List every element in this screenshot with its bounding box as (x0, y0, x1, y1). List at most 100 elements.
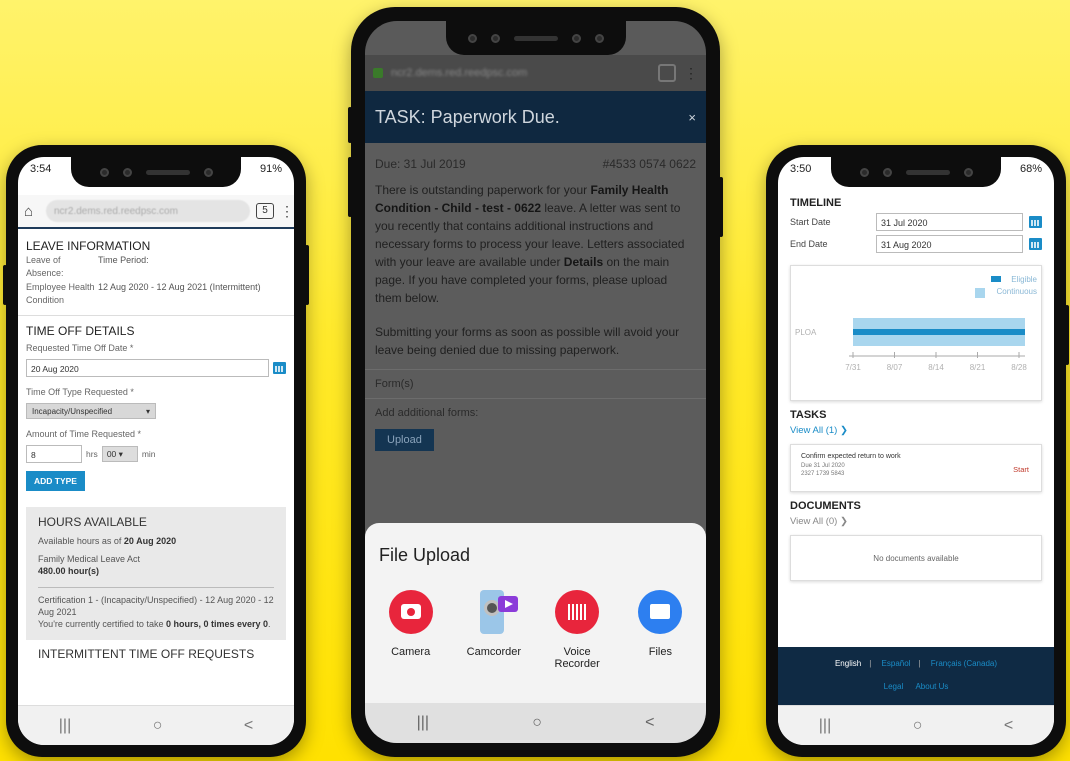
category-label: PLOA (795, 328, 817, 337)
camcorder-option[interactable]: Camcorder (458, 590, 530, 670)
legal-link[interactable]: Legal (884, 682, 904, 691)
recents-icon[interactable]: ||| (819, 717, 831, 735)
intermittent-title: INTERMITTENT TIME OFF REQUESTS (38, 647, 255, 661)
overflow-menu-icon[interactable]: ⋮ (280, 203, 294, 220)
phone-right: 3:50 68% TIMELINE Start Date 31 Jul 2020… (766, 145, 1069, 757)
status-battery: 68% (1019, 163, 1042, 175)
calendar-icon[interactable] (1029, 216, 1042, 228)
legend-swatch-continuous (975, 288, 985, 298)
recents-icon[interactable]: ||| (59, 717, 71, 735)
amount-label: Amount of Time Requested * (26, 429, 142, 439)
back-icon[interactable]: < (645, 714, 654, 732)
hours-title: HOURS AVAILABLE (38, 515, 147, 529)
add-type-button[interactable]: ADD TYPE (26, 471, 85, 491)
dashboard-screen: 3:50 68% TIMELINE Start Date 31 Jul 2020… (778, 157, 1054, 745)
task-card-title: Confirm expected return to work (801, 453, 901, 460)
tasks-view-all-link[interactable]: View All (1) ❯ (790, 425, 1042, 436)
hours-asof: Available hours as of 20 Aug 2020 (38, 536, 177, 546)
camera-notch (71, 157, 241, 187)
home-icon[interactable]: ⌂ (24, 203, 40, 220)
voice-recorder-option[interactable]: Voice Recorder (541, 590, 613, 670)
camera-icon (388, 590, 433, 634)
task-warning: Submitting your forms as soon as possibl… (375, 325, 680, 357)
upload-button[interactable]: Upload (375, 429, 434, 451)
camera-notch (831, 157, 1001, 187)
close-icon[interactable]: × (688, 110, 696, 125)
minutes-select[interactable]: 00 ▾ (101, 446, 138, 462)
calendar-icon[interactable] (273, 362, 286, 374)
time-off-title: TIME OFF DETAILS (26, 324, 135, 338)
url-bar[interactable]: ncr2.dems.red.reedpsc.com (46, 200, 250, 222)
tabs-icon[interactable] (658, 64, 676, 82)
sheet-title: File Upload (379, 545, 471, 565)
lang-english-link[interactable]: English (835, 659, 861, 668)
task-title: TASK: Paperwork Due. (375, 106, 560, 127)
camera-option[interactable]: Camera (375, 590, 447, 670)
timeline-title: TIMELINE (790, 197, 842, 209)
certified-text: You're currently certified to take 0 hou… (38, 619, 271, 629)
date-label: Requested Time Off Date * (26, 343, 134, 353)
task-screen: ncr2.dems.red.reedpsc.com ⋮ TASK: Paperw… (365, 21, 706, 743)
x-tick-label-3: 8/21 (970, 363, 986, 372)
home-button-icon[interactable]: ○ (153, 717, 163, 735)
back-icon[interactable]: < (1004, 717, 1013, 735)
x-tick-label-0: 7/31 (845, 363, 861, 372)
certification-text: Certification 1 - (Incapacity/Unspecifie… (38, 595, 274, 617)
forms-label: Form(s) (375, 378, 414, 390)
task-message: There is outstanding paperwork for your … (375, 183, 685, 305)
recents-icon[interactable]: ||| (417, 714, 429, 732)
hours-act: Family Medical Leave Act (38, 554, 141, 564)
start-task-link[interactable]: Start (1013, 465, 1029, 474)
android-nav-bar: ||| ○ < (365, 703, 706, 743)
period-value: 12 Aug 2020 - 12 Aug 2021 (Intermittent) (98, 282, 261, 292)
task-card-due: Due 31 Jul 2020 (801, 463, 845, 469)
files-option[interactable]: Files (624, 590, 696, 670)
task-ref: #4533 0574 0622 (602, 157, 696, 171)
documents-title: DOCUMENTS (790, 500, 861, 512)
leave-value: Employee Health Condition (26, 282, 95, 305)
x-tick-label-4: 8/28 (1011, 363, 1027, 372)
voice-recorder-icon (555, 590, 600, 634)
date-input[interactable]: 20 Aug 2020 (26, 359, 269, 377)
folder-icon (638, 590, 683, 634)
end-date-input[interactable]: 31 Aug 2020 (876, 235, 1023, 253)
overflow-menu-icon[interactable]: ⋮ (684, 65, 698, 82)
camera-notch (445, 21, 626, 55)
x-tick-label-1: 8/07 (887, 363, 903, 372)
tasks-title: TASKS (790, 409, 827, 421)
android-nav-bar: ||| ○ < (18, 705, 294, 745)
url-bar[interactable]: ncr2.dems.red.reedpsc.com (391, 67, 650, 79)
hours-available-panel: HOURS AVAILABLE Available hours as of 20… (26, 507, 286, 640)
type-select[interactable]: Incapacity/Unspecified ▾ (26, 403, 156, 419)
lang-french-link[interactable]: Français (Canada) (931, 659, 997, 668)
hrs-unit: hrs (86, 449, 98, 459)
hours-input[interactable]: 8 (26, 445, 82, 463)
file-upload-sheet: File Upload Camera Camcorder Voice Recor… (365, 523, 706, 703)
phone-left: 3:54 91% ⌂ ncr2.dems.red.reedpsc.com 5 ⋮… (3, 145, 309, 757)
page-content: LEAVE INFORMATION Leave of Absence: Time… (18, 231, 294, 705)
home-button-icon[interactable]: ○ (532, 714, 542, 732)
site-footer: English | Español | Français (Canada) Lega… (778, 647, 1054, 705)
add-forms-label: Add additional forms: (375, 407, 479, 419)
tabs-count-icon[interactable]: 5 (256, 203, 274, 219)
bar-eligible (853, 329, 1025, 335)
calendar-icon[interactable] (1029, 238, 1042, 250)
type-label: Time Off Type Requested * (26, 387, 134, 397)
camcorder-icon (472, 590, 518, 634)
task-card[interactable]: Confirm expected return to work Due 31 J… (790, 444, 1042, 492)
back-icon[interactable]: < (244, 717, 253, 735)
start-date-label: Start Date (790, 217, 831, 227)
lang-spanish-link[interactable]: Español (882, 659, 911, 668)
task-card-ref: 2327 1739 5843 (801, 471, 845, 477)
leave-label: Leave of Absence: (26, 255, 64, 278)
start-date-input[interactable]: 31 Jul 2020 (876, 213, 1023, 231)
legend-label-eligible: Eligible (1011, 275, 1037, 284)
end-date-label: End Date (790, 239, 828, 249)
leave-info-title: LEAVE INFORMATION (26, 239, 151, 253)
browser-toolbar: ncr2.dems.red.reedpsc.com ⋮ (365, 55, 706, 91)
home-button-icon[interactable]: ○ (913, 717, 923, 735)
browser-toolbar: ⌂ ncr2.dems.red.reedpsc.com 5 ⋮ (18, 195, 294, 229)
documents-view-all-link[interactable]: View All (0) ❯ (790, 516, 1042, 527)
status-battery: 91% (259, 163, 282, 175)
about-link[interactable]: About Us (915, 682, 948, 691)
